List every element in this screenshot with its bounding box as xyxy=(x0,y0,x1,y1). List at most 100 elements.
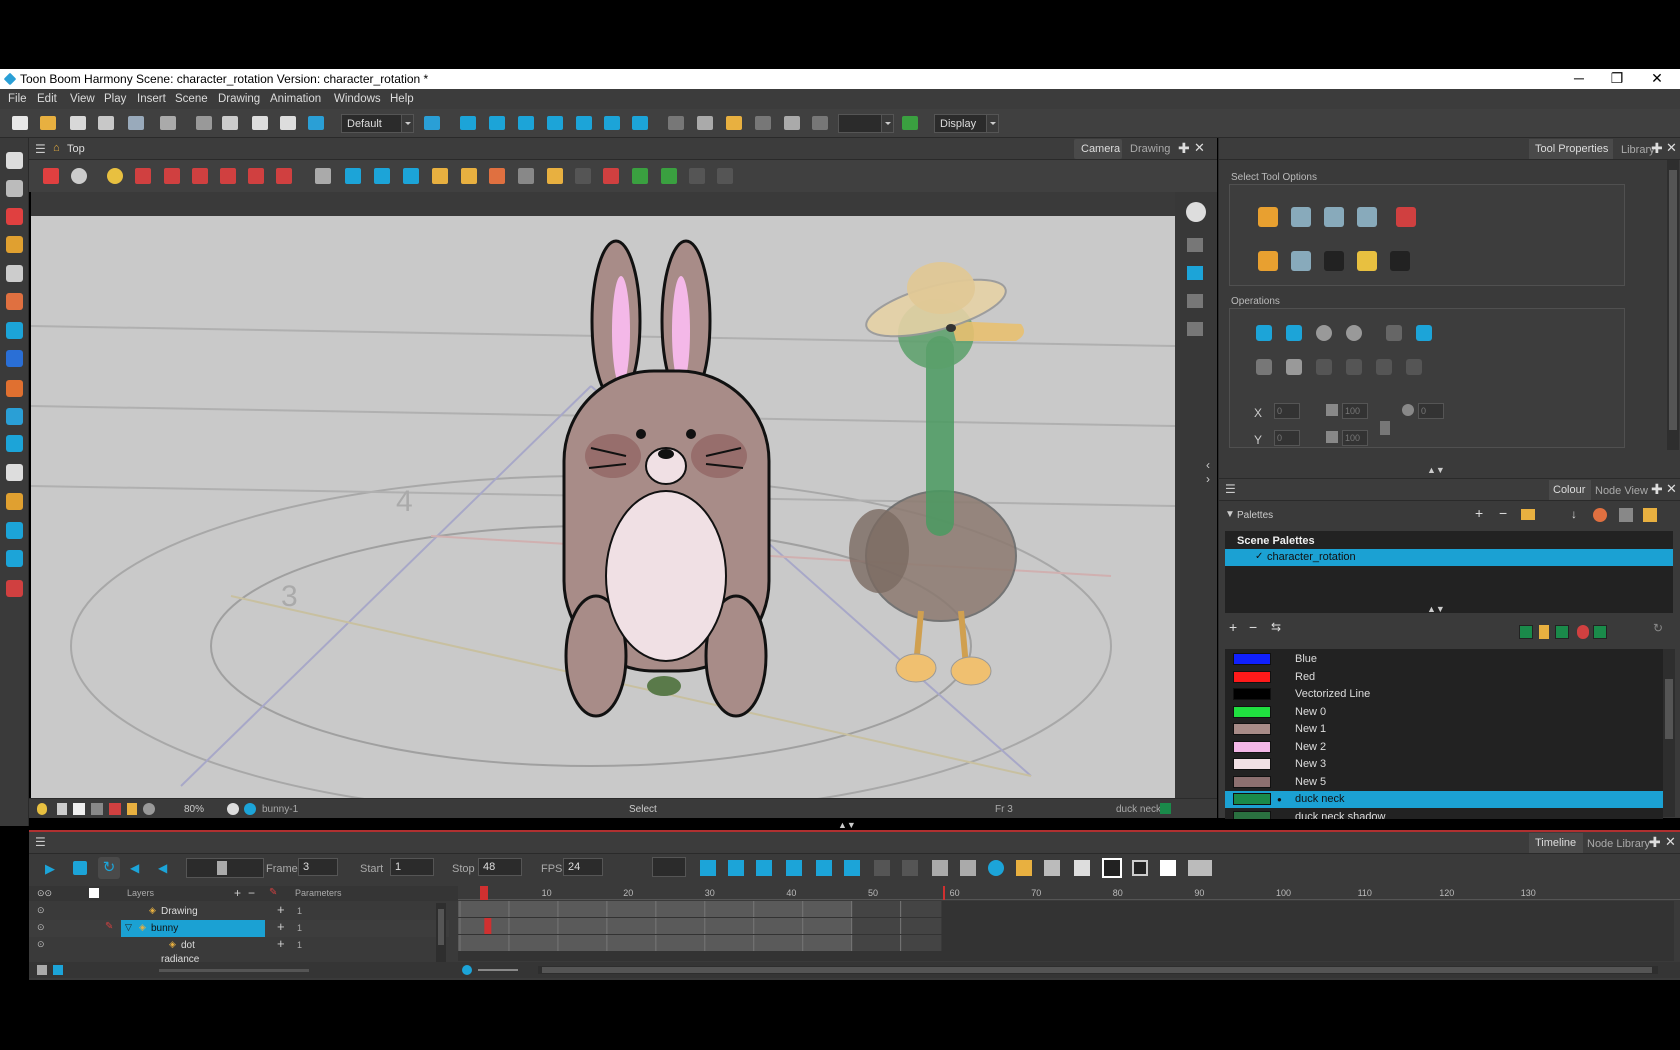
scrub-sound-icon[interactable]: ◀ xyxy=(158,861,172,875)
lock-ratio-icon[interactable] xyxy=(1380,421,1390,435)
smooth-icon[interactable] xyxy=(1386,325,1402,341)
menu-edit[interactable]: Edit xyxy=(37,93,57,105)
menu-animation[interactable]: Animation xyxy=(270,93,321,105)
add-parameter-icon[interactable]: + xyxy=(277,902,285,917)
palette-folder-icon[interactable] xyxy=(1521,509,1535,520)
play-button[interactable]: ▶ xyxy=(45,861,59,876)
fps-field[interactable]: 24 xyxy=(563,858,603,876)
timeline-h-scrollbar[interactable] xyxy=(538,966,1658,974)
create-colour-art-icon[interactable] xyxy=(1286,359,1302,375)
colour-swatch-row[interactable]: Red xyxy=(1225,669,1663,686)
keyframe-k-icon[interactable] xyxy=(135,168,151,184)
menu-file[interactable]: File xyxy=(8,93,27,105)
envelope-icon[interactable] xyxy=(6,522,23,539)
stack-layers-icon[interactable] xyxy=(1187,266,1203,280)
eye-icon[interactable]: ⊙ xyxy=(37,922,45,933)
bone-icon[interactable] xyxy=(668,116,684,130)
palette-tint-icon[interactable] xyxy=(1643,508,1657,522)
cone-icon[interactable] xyxy=(547,168,563,184)
tab-colour[interactable]: Colour xyxy=(1549,480,1591,500)
bounding-box-icon[interactable] xyxy=(726,116,742,130)
layer-h-scrollbar[interactable] xyxy=(159,969,309,972)
grid-snap-icon[interactable] xyxy=(812,116,828,130)
add-keyframe-icon[interactable] xyxy=(756,860,772,876)
eye-icon[interactable] xyxy=(1186,202,1206,222)
add-colour-icon[interactable]: + xyxy=(1229,619,1237,635)
timeline-pen-icon[interactable] xyxy=(53,965,63,975)
select-red-arrow-icon[interactable] xyxy=(1396,207,1416,227)
timeline-cells[interactable] xyxy=(458,901,1674,961)
unlock-icon[interactable] xyxy=(461,168,477,184)
minimize-button[interactable]: ─ xyxy=(1564,70,1594,86)
swatch-scrollbar[interactable] xyxy=(1663,649,1675,817)
frame-field[interactable]: 3 xyxy=(298,858,338,876)
snap-icon[interactable] xyxy=(784,116,800,130)
camera-viewport[interactable]: 4 3 xyxy=(31,216,1175,798)
add-parameter-icon[interactable]: + xyxy=(277,936,285,951)
tab-library[interactable]: Library xyxy=(1621,144,1655,156)
split-icon[interactable] xyxy=(1044,860,1060,876)
cell-mode-b-icon[interactable] xyxy=(1132,860,1148,876)
rotate-ccw-icon[interactable] xyxy=(1346,325,1362,341)
interpolation-select[interactable] xyxy=(652,857,686,877)
tl-tool-b-icon[interactable] xyxy=(728,860,744,876)
display-select[interactable]: Display xyxy=(934,114,999,133)
copy-icon[interactable] xyxy=(252,116,268,130)
add-node-icon[interactable] xyxy=(43,168,59,184)
colour-swatch-row[interactable]: duck neck shadow xyxy=(1225,809,1663,819)
add-tab-icon[interactable]: ✚ xyxy=(1178,140,1190,157)
remove-colour-icon[interactable]: − xyxy=(1249,619,1257,635)
snap-point-icon[interactable] xyxy=(1291,251,1311,271)
zoom-level[interactable]: 80% xyxy=(184,804,204,815)
light-bulb-icon[interactable] xyxy=(107,168,123,184)
lock-status-icon[interactable] xyxy=(127,803,137,815)
morph-icon[interactable] xyxy=(755,116,771,130)
close-panel-icon[interactable]: ✕ xyxy=(1666,140,1677,156)
lasso-icon[interactable] xyxy=(1258,207,1278,227)
zoom-timeline-icon[interactable] xyxy=(462,965,472,975)
add-tab-icon[interactable]: ✚ xyxy=(1651,140,1663,157)
playback-speed-slider[interactable] xyxy=(186,858,264,878)
colour-select-icon[interactable] xyxy=(1357,251,1377,271)
animate-icon[interactable] xyxy=(632,116,648,130)
zoom-select[interactable] xyxy=(838,114,894,133)
cell-mode-c-icon[interactable] xyxy=(1160,860,1176,876)
keyframe-ia-icon[interactable] xyxy=(276,168,292,184)
keyframe-i-icon[interactable] xyxy=(192,168,208,184)
keyframe-ba-icon[interactable] xyxy=(248,168,264,184)
colour-swatch-row[interactable]: New 0 xyxy=(1225,704,1663,721)
select-stroke-icon[interactable] xyxy=(1291,207,1311,227)
text-icon[interactable] xyxy=(6,265,23,282)
open-folder-icon[interactable] xyxy=(40,116,56,130)
tab-camera[interactable]: Camera xyxy=(1074,139,1122,159)
palette-item-selected[interactable]: ✓ character_rotation xyxy=(1225,549,1673,566)
grid-icon[interactable] xyxy=(315,168,331,184)
line-icon[interactable] xyxy=(489,168,505,184)
dropper-icon[interactable] xyxy=(6,380,23,397)
tab-tool-properties[interactable]: Tool Properties xyxy=(1529,139,1613,159)
rotate-icon[interactable] xyxy=(489,116,505,130)
eye-icon[interactable]: ⊙ xyxy=(37,939,45,950)
save-as-icon[interactable] xyxy=(98,116,114,130)
cell-mode-a-icon[interactable] xyxy=(1102,858,1122,878)
colour-options-icon[interactable]: ⇆ xyxy=(1271,620,1281,634)
duck-character[interactable] xyxy=(849,262,1025,686)
green-disc-icon[interactable] xyxy=(632,168,648,184)
pencil-icon[interactable] xyxy=(6,236,23,253)
colour-toggle-icon[interactable] xyxy=(89,888,99,898)
onion-skin-icon[interactable] xyxy=(374,168,390,184)
paint-icon[interactable] xyxy=(1577,625,1589,639)
layer-row-bunny[interactable]: ⊙ ✎ ▽ ◈ bunny + 1 xyxy=(29,919,449,937)
record-icon[interactable] xyxy=(109,803,121,815)
contour-editor-icon[interactable] xyxy=(6,180,23,197)
playhead-marker[interactable] xyxy=(480,886,489,900)
cut-icon[interactable] xyxy=(222,116,238,130)
colour-swatch-row[interactable]: New 5 xyxy=(1225,774,1663,791)
mask-icon[interactable] xyxy=(91,803,103,815)
flip-vertical-icon[interactable] xyxy=(1286,325,1302,341)
stop-motion-icon[interactable] xyxy=(844,860,860,876)
layer-row-drawing[interactable]: ⊙ ◈ Drawing + 1 xyxy=(29,902,449,920)
tab-node-library[interactable]: Node Library xyxy=(1587,838,1650,850)
keyframe-b-icon[interactable] xyxy=(164,168,180,184)
menu-view[interactable]: View xyxy=(70,93,95,105)
